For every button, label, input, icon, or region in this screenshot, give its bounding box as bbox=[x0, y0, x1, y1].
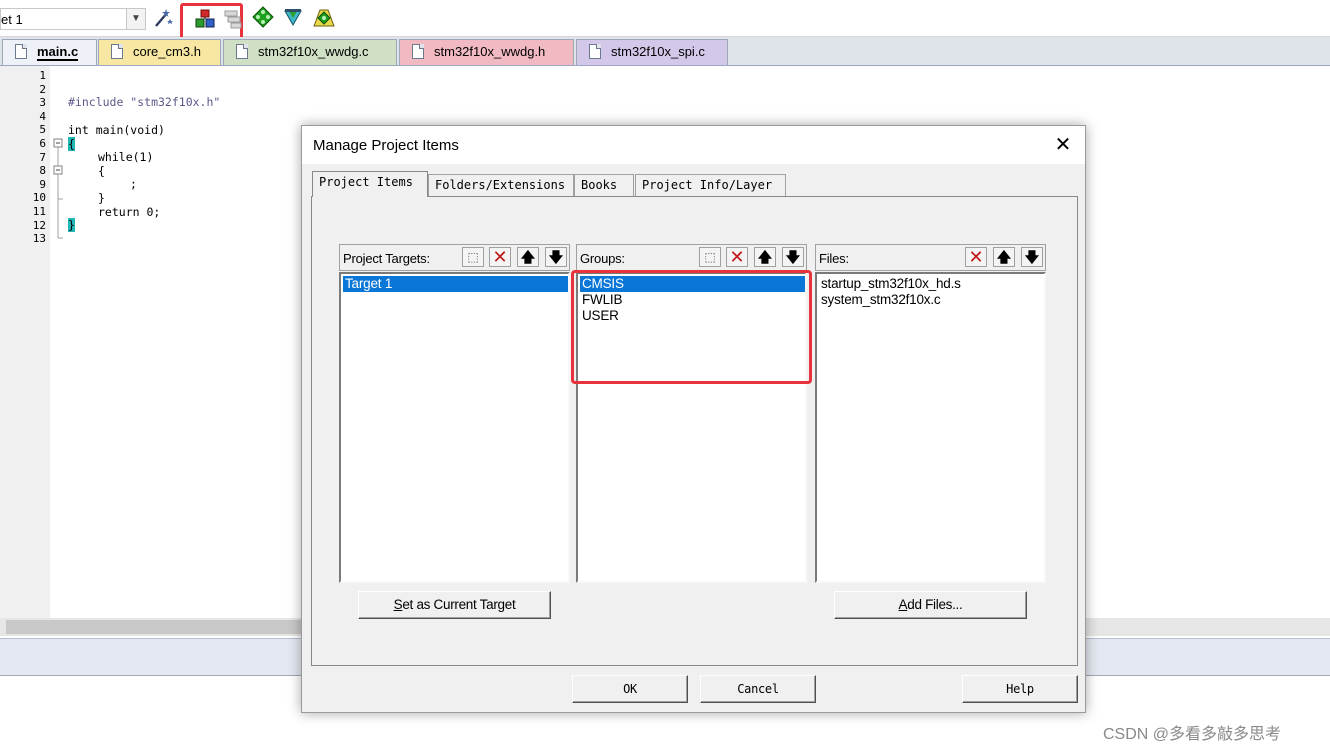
list-item[interactable]: system_stm32f10x.c bbox=[819, 292, 941, 308]
line-number: 4 bbox=[39, 109, 46, 123]
line-number: 5 bbox=[39, 123, 46, 137]
target-select[interactable]: et 1 ▼ bbox=[0, 8, 146, 30]
toolbar: et 1 ▼ bbox=[0, 0, 1330, 43]
tab-project-items[interactable]: Project Items bbox=[312, 171, 428, 197]
project-targets-header: Project Targets: ⬚ ✕ 🡅 🡇 bbox=[339, 244, 570, 271]
move-down-icon[interactable]: 🡇 bbox=[1021, 247, 1043, 267]
move-up-icon[interactable]: 🡅 bbox=[993, 247, 1015, 267]
brace-match: } bbox=[68, 218, 75, 232]
file-document-icon bbox=[15, 44, 27, 59]
groups-label: Groups: bbox=[580, 251, 625, 266]
file-tab-strip: main.c core_cm3.h stm32f10x_wwdg.c stm32… bbox=[0, 37, 1330, 67]
add-files-button[interactable]: Add Files... bbox=[834, 591, 1027, 619]
new-group-icon[interactable]: ⬚ bbox=[699, 247, 721, 267]
set-as-current-target-label: et as Current Target bbox=[402, 597, 516, 612]
tab-project-info-layer[interactable]: Project Info/Layer bbox=[635, 174, 786, 196]
code-line-12: } bbox=[68, 218, 75, 232]
software-packs-icon[interactable] bbox=[312, 6, 335, 28]
project-targets-list[interactable]: Target 1 bbox=[339, 272, 570, 583]
list-item[interactable]: Target 1 bbox=[343, 276, 568, 292]
code-line-9: ; bbox=[130, 177, 137, 191]
line-number: 6 bbox=[39, 137, 46, 150]
line-number: 13 bbox=[32, 232, 46, 246]
groups-highlight-box bbox=[571, 270, 812, 384]
tab-label: core_cm3.h bbox=[133, 44, 201, 59]
file-document-icon bbox=[589, 44, 601, 59]
fold-markers-icon[interactable] bbox=[50, 66, 66, 246]
dialog-titlebar: Manage Project Items ✕ bbox=[302, 126, 1085, 164]
options-for-target-icon[interactable] bbox=[152, 7, 174, 29]
target-select-value: et 1 bbox=[1, 12, 23, 27]
move-up-icon[interactable]: 🡅 bbox=[754, 247, 776, 267]
tab-label: main.c bbox=[37, 44, 79, 61]
scrollbar-thumb[interactable] bbox=[6, 620, 301, 634]
code-line-11: return 0; bbox=[98, 205, 161, 219]
dialog-title: Manage Project Items bbox=[313, 137, 459, 154]
csdn-watermark: CSDN @多看多敲多思考 bbox=[1103, 726, 1282, 743]
code-line-8: { bbox=[98, 164, 105, 178]
chevron-down-icon[interactable]: ▼ bbox=[126, 9, 145, 29]
delete-group-icon[interactable]: ✕ bbox=[726, 247, 748, 267]
line-number: 7 bbox=[39, 150, 46, 164]
tab-label: stm32f10x_wwdg.h bbox=[434, 44, 546, 59]
tab-stm32f10x-spi-c[interactable]: stm32f10x_spi.c bbox=[576, 39, 728, 65]
help-button[interactable]: Help bbox=[962, 675, 1078, 703]
select-packs-icon[interactable] bbox=[222, 8, 244, 30]
groups-header: Groups: ⬚ ✕ 🡅 🡇 bbox=[576, 244, 807, 271]
project-targets-label: Project Targets: bbox=[343, 251, 430, 266]
delete-target-icon[interactable]: ✕ bbox=[489, 247, 511, 267]
line-number-gutter: 1 2 3 4 5 6 7 8 9 10 11 12 13 bbox=[0, 66, 50, 618]
file-document-icon bbox=[236, 44, 248, 59]
line-number: 3 bbox=[39, 96, 46, 110]
line-number: 9 bbox=[39, 177, 46, 191]
tab-label: stm32f10x_spi.c bbox=[611, 44, 705, 59]
code-line-3: #include "stm32f10x.h" bbox=[68, 95, 221, 109]
set-as-current-target-button[interactable]: Set as Current Target bbox=[358, 591, 551, 619]
add-files-accel: A bbox=[898, 597, 908, 612]
tab-stm32f10x-wwdg-h[interactable]: stm32f10x_wwdg.h bbox=[399, 39, 574, 65]
file-document-icon bbox=[111, 44, 123, 59]
line-number: 2 bbox=[39, 82, 46, 96]
manage-project-items-dialog: Manage Project Items ✕ Project Items Fol… bbox=[301, 125, 1086, 713]
manage-run-time-environment-icon[interactable] bbox=[252, 6, 274, 28]
brace-match: { bbox=[68, 137, 75, 151]
move-down-icon[interactable]: 🡇 bbox=[545, 247, 567, 267]
files-header: Files: ✕ 🡅 🡇 bbox=[815, 244, 1046, 271]
move-up-icon[interactable]: 🡅 bbox=[517, 247, 539, 267]
tab-stm32f10x-wwdg-c[interactable]: stm32f10x_wwdg.c bbox=[223, 39, 397, 65]
file-document-icon bbox=[412, 44, 424, 59]
code-line-6: { bbox=[68, 137, 75, 151]
line-number: 10 bbox=[32, 191, 46, 205]
add-files-label: dd Files... bbox=[907, 597, 963, 612]
tab-core-cm3-h[interactable]: core_cm3.h bbox=[98, 39, 221, 65]
tab-label: stm32f10x_wwdg.c bbox=[258, 44, 369, 59]
tab-folders-extensions[interactable]: Folders/Extensions bbox=[428, 174, 574, 196]
manage-project-items-icon[interactable] bbox=[194, 8, 216, 30]
line-number: 11 bbox=[32, 205, 46, 218]
tab-main-c[interactable]: main.c bbox=[2, 39, 97, 65]
tab-books[interactable]: Books bbox=[574, 174, 634, 196]
line-number: 8 bbox=[39, 164, 46, 178]
ok-button[interactable]: OK bbox=[572, 675, 688, 703]
cancel-button[interactable]: Cancel bbox=[700, 675, 816, 703]
code-line-7: while(1) bbox=[98, 150, 154, 164]
close-icon[interactable]: ✕ bbox=[1050, 132, 1076, 158]
new-target-icon[interactable]: ⬚ bbox=[462, 247, 484, 267]
list-item[interactable]: startup_stm32f10x_hd.s bbox=[819, 276, 961, 292]
line-number: 12 bbox=[32, 218, 46, 232]
fold-margin bbox=[50, 66, 66, 618]
line-number: 1 bbox=[39, 69, 46, 82]
delete-file-icon[interactable]: ✕ bbox=[965, 247, 987, 267]
pack-installer-icon[interactable] bbox=[282, 6, 304, 28]
move-down-icon[interactable]: 🡇 bbox=[782, 247, 804, 267]
code-line-10: } bbox=[98, 191, 105, 205]
files-label: Files: bbox=[819, 251, 849, 266]
code-line-5: int main(void) bbox=[68, 123, 165, 137]
files-list[interactable]: startup_stm32f10x_hd.s system_stm32f10x.… bbox=[815, 272, 1046, 583]
